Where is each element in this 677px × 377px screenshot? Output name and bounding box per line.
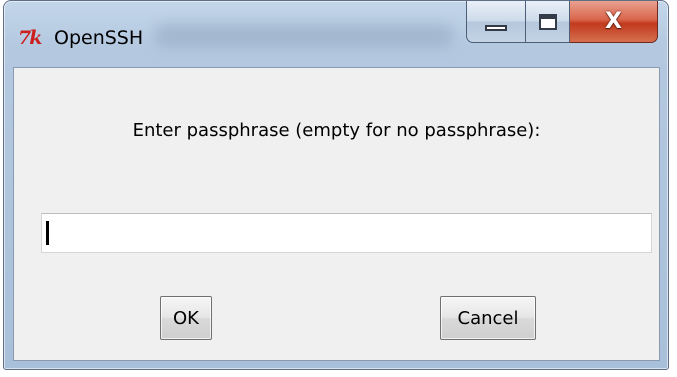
minimize-icon <box>485 24 507 31</box>
title-bar-background <box>154 23 454 47</box>
close-icon: X <box>605 8 622 34</box>
maximize-button[interactable] <box>526 1 570 43</box>
tk-feather-icon[interactable]: 7k <box>18 27 50 49</box>
openssh-dialog-window: 7k OpenSSH X Enter passphrase (empty for… <box>3 0 669 370</box>
cancel-button[interactable]: Cancel <box>440 296 536 340</box>
caption-buttons: X <box>466 1 658 45</box>
text-cursor <box>46 221 49 245</box>
passphrase-input[interactable] <box>41 213 652 253</box>
dialog-body: Enter passphrase (empty for no passphras… <box>13 67 660 361</box>
close-button[interactable]: X <box>570 1 658 43</box>
maximize-icon <box>538 13 557 30</box>
ok-button[interactable]: OK <box>160 296 212 340</box>
minimize-button[interactable] <box>466 1 526 43</box>
window-title: OpenSSH <box>54 27 144 49</box>
title-bar[interactable]: 7k OpenSSH X <box>4 1 668 65</box>
passphrase-prompt: Enter passphrase (empty for no passphras… <box>132 120 541 141</box>
